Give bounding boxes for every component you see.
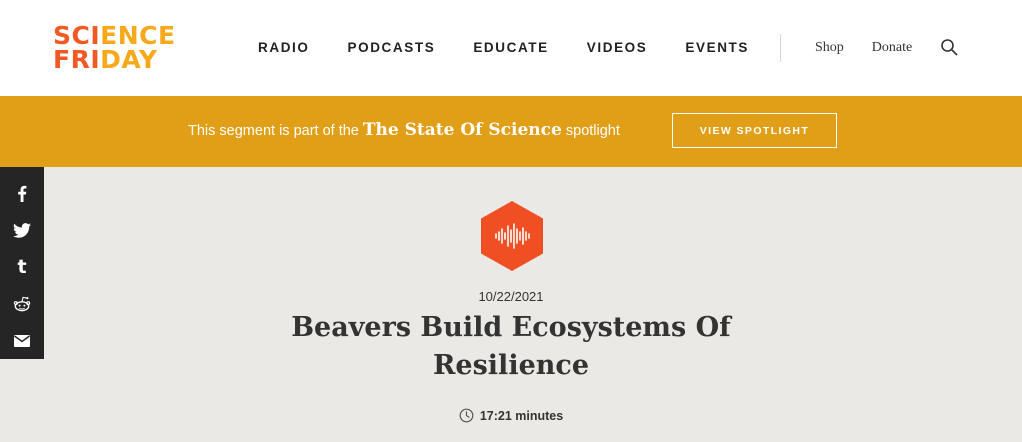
donate-link[interactable]: Donate xyxy=(872,40,912,56)
view-spotlight-button[interactable]: VIEW SPOTLIGHT xyxy=(672,113,837,148)
nav-events[interactable]: EVENTS xyxy=(685,40,749,55)
science-friday-logo[interactable]: SCIENCE FRIDAY xyxy=(53,23,176,74)
email-icon[interactable] xyxy=(0,322,44,359)
article-date: 10/22/2021 xyxy=(478,289,544,304)
search-icon[interactable] xyxy=(940,38,958,56)
clock-icon xyxy=(459,408,474,423)
nav-divider xyxy=(780,34,781,62)
spotlight-name[interactable]: The State Of Science xyxy=(363,120,562,140)
shop-link[interactable]: Shop xyxy=(815,40,844,56)
share-sidebar: t xyxy=(0,167,44,359)
audio-duration: 17:21 minutes xyxy=(0,408,1022,423)
main-nav: RADIO PODCASTS EDUCATE VIDEOS EVENTS xyxy=(258,40,787,55)
site-header: SCIENCE FRIDAY RADIO PODCASTS EDUCATE VI… xyxy=(0,0,1022,96)
spotlight-text: This segment is part of the The State Of… xyxy=(188,120,620,140)
utility-nav: Shop Donate xyxy=(815,38,958,56)
audio-waveform-icon xyxy=(481,201,543,271)
nav-videos[interactable]: VIDEOS xyxy=(587,40,648,55)
facebook-icon[interactable] xyxy=(0,175,44,212)
duration-text: 17:21 minutes xyxy=(479,408,564,423)
spotlight-prefix: This segment is part of the xyxy=(188,123,359,139)
nav-educate[interactable]: EDUCATE xyxy=(473,40,548,55)
nav-podcasts[interactable]: PODCASTS xyxy=(348,40,436,55)
spotlight-banner: This segment is part of the The State Of… xyxy=(0,96,1022,167)
spotlight-suffix: spotlight xyxy=(565,123,620,139)
tumblr-icon[interactable]: t xyxy=(0,249,44,286)
logo-text-fri: FRI xyxy=(53,45,101,74)
nav-radio[interactable]: RADIO xyxy=(258,40,310,55)
logo-text-day: DAY xyxy=(100,45,158,74)
twitter-icon[interactable] xyxy=(0,212,44,249)
article-title: Beavers Build Ecosystems Of Resilience xyxy=(291,312,731,381)
